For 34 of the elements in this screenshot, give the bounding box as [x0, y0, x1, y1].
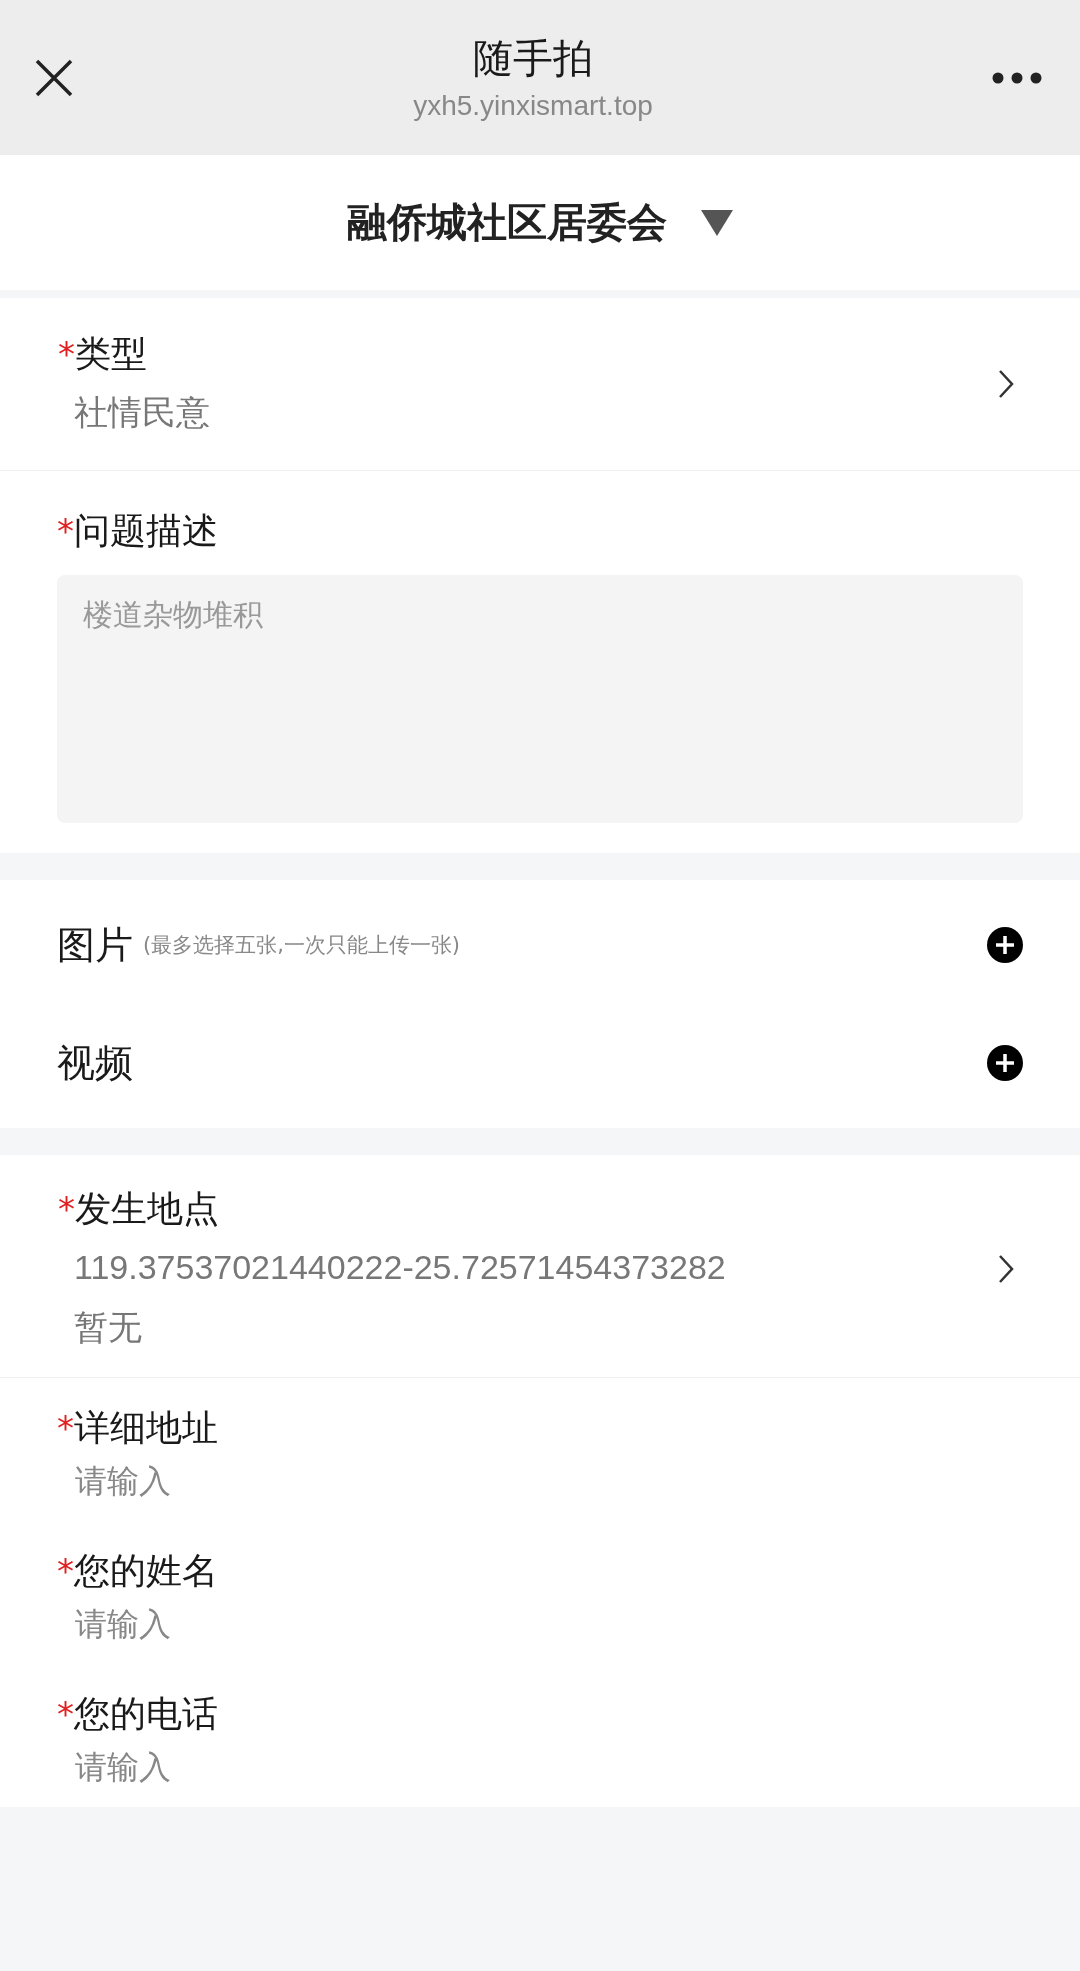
input-field[interactable]: 请输入	[57, 1456, 475, 1506]
dropdown-icon	[701, 209, 733, 236]
media-label: 视频	[57, 1039, 133, 1087]
location-coordinates: 119.37537021440222-25.72571454373282	[73, 1247, 726, 1288]
required-mark: *	[58, 1189, 75, 1229]
page-url: yxh5.yinxismart.top	[413, 88, 653, 123]
input-field[interactable]: 请输入	[57, 1599, 475, 1649]
required-mark: *	[57, 1408, 74, 1448]
media-label: 图片	[57, 921, 133, 969]
community-selector[interactable]: 融侨城社区居委会	[0, 155, 1080, 290]
close-icon[interactable]	[34, 57, 74, 98]
more-icon[interactable]	[992, 71, 1042, 84]
location-address: 暂无	[73, 1307, 143, 1348]
required-mark: *	[57, 1551, 74, 1591]
required-mark: *	[58, 334, 75, 374]
field-label: 问题描述	[74, 509, 218, 553]
required-mark: *	[57, 1694, 74, 1734]
field-label: 您的姓名	[74, 1549, 218, 1593]
required-mark: *	[57, 511, 74, 551]
location-picker[interactable]: *发生地点 119.37537021440222-25.72571454373282 暂无	[0, 1155, 1080, 1378]
field-label: 您的电话	[74, 1692, 218, 1736]
add-icon[interactable]	[987, 1045, 1023, 1081]
field-label: 发生地点	[75, 1187, 219, 1231]
description-field[interactable]: 楼道杂物堆积	[57, 575, 1023, 823]
field-label: 详细地址	[74, 1406, 218, 1450]
add-icon[interactable]	[987, 927, 1023, 963]
page-title: 随手拍	[473, 33, 593, 83]
field-label: 类型	[75, 332, 147, 376]
media-hint: (最多选择五张,一次只能上传一张)	[143, 932, 461, 959]
chevron-icon	[998, 369, 1014, 399]
chevron-icon	[998, 1254, 1014, 1284]
type-picker[interactable]: *类型 社情民意	[0, 298, 1080, 471]
type-value: 社情民意	[73, 392, 210, 433]
input-field[interactable]: 请输入	[57, 1742, 475, 1792]
